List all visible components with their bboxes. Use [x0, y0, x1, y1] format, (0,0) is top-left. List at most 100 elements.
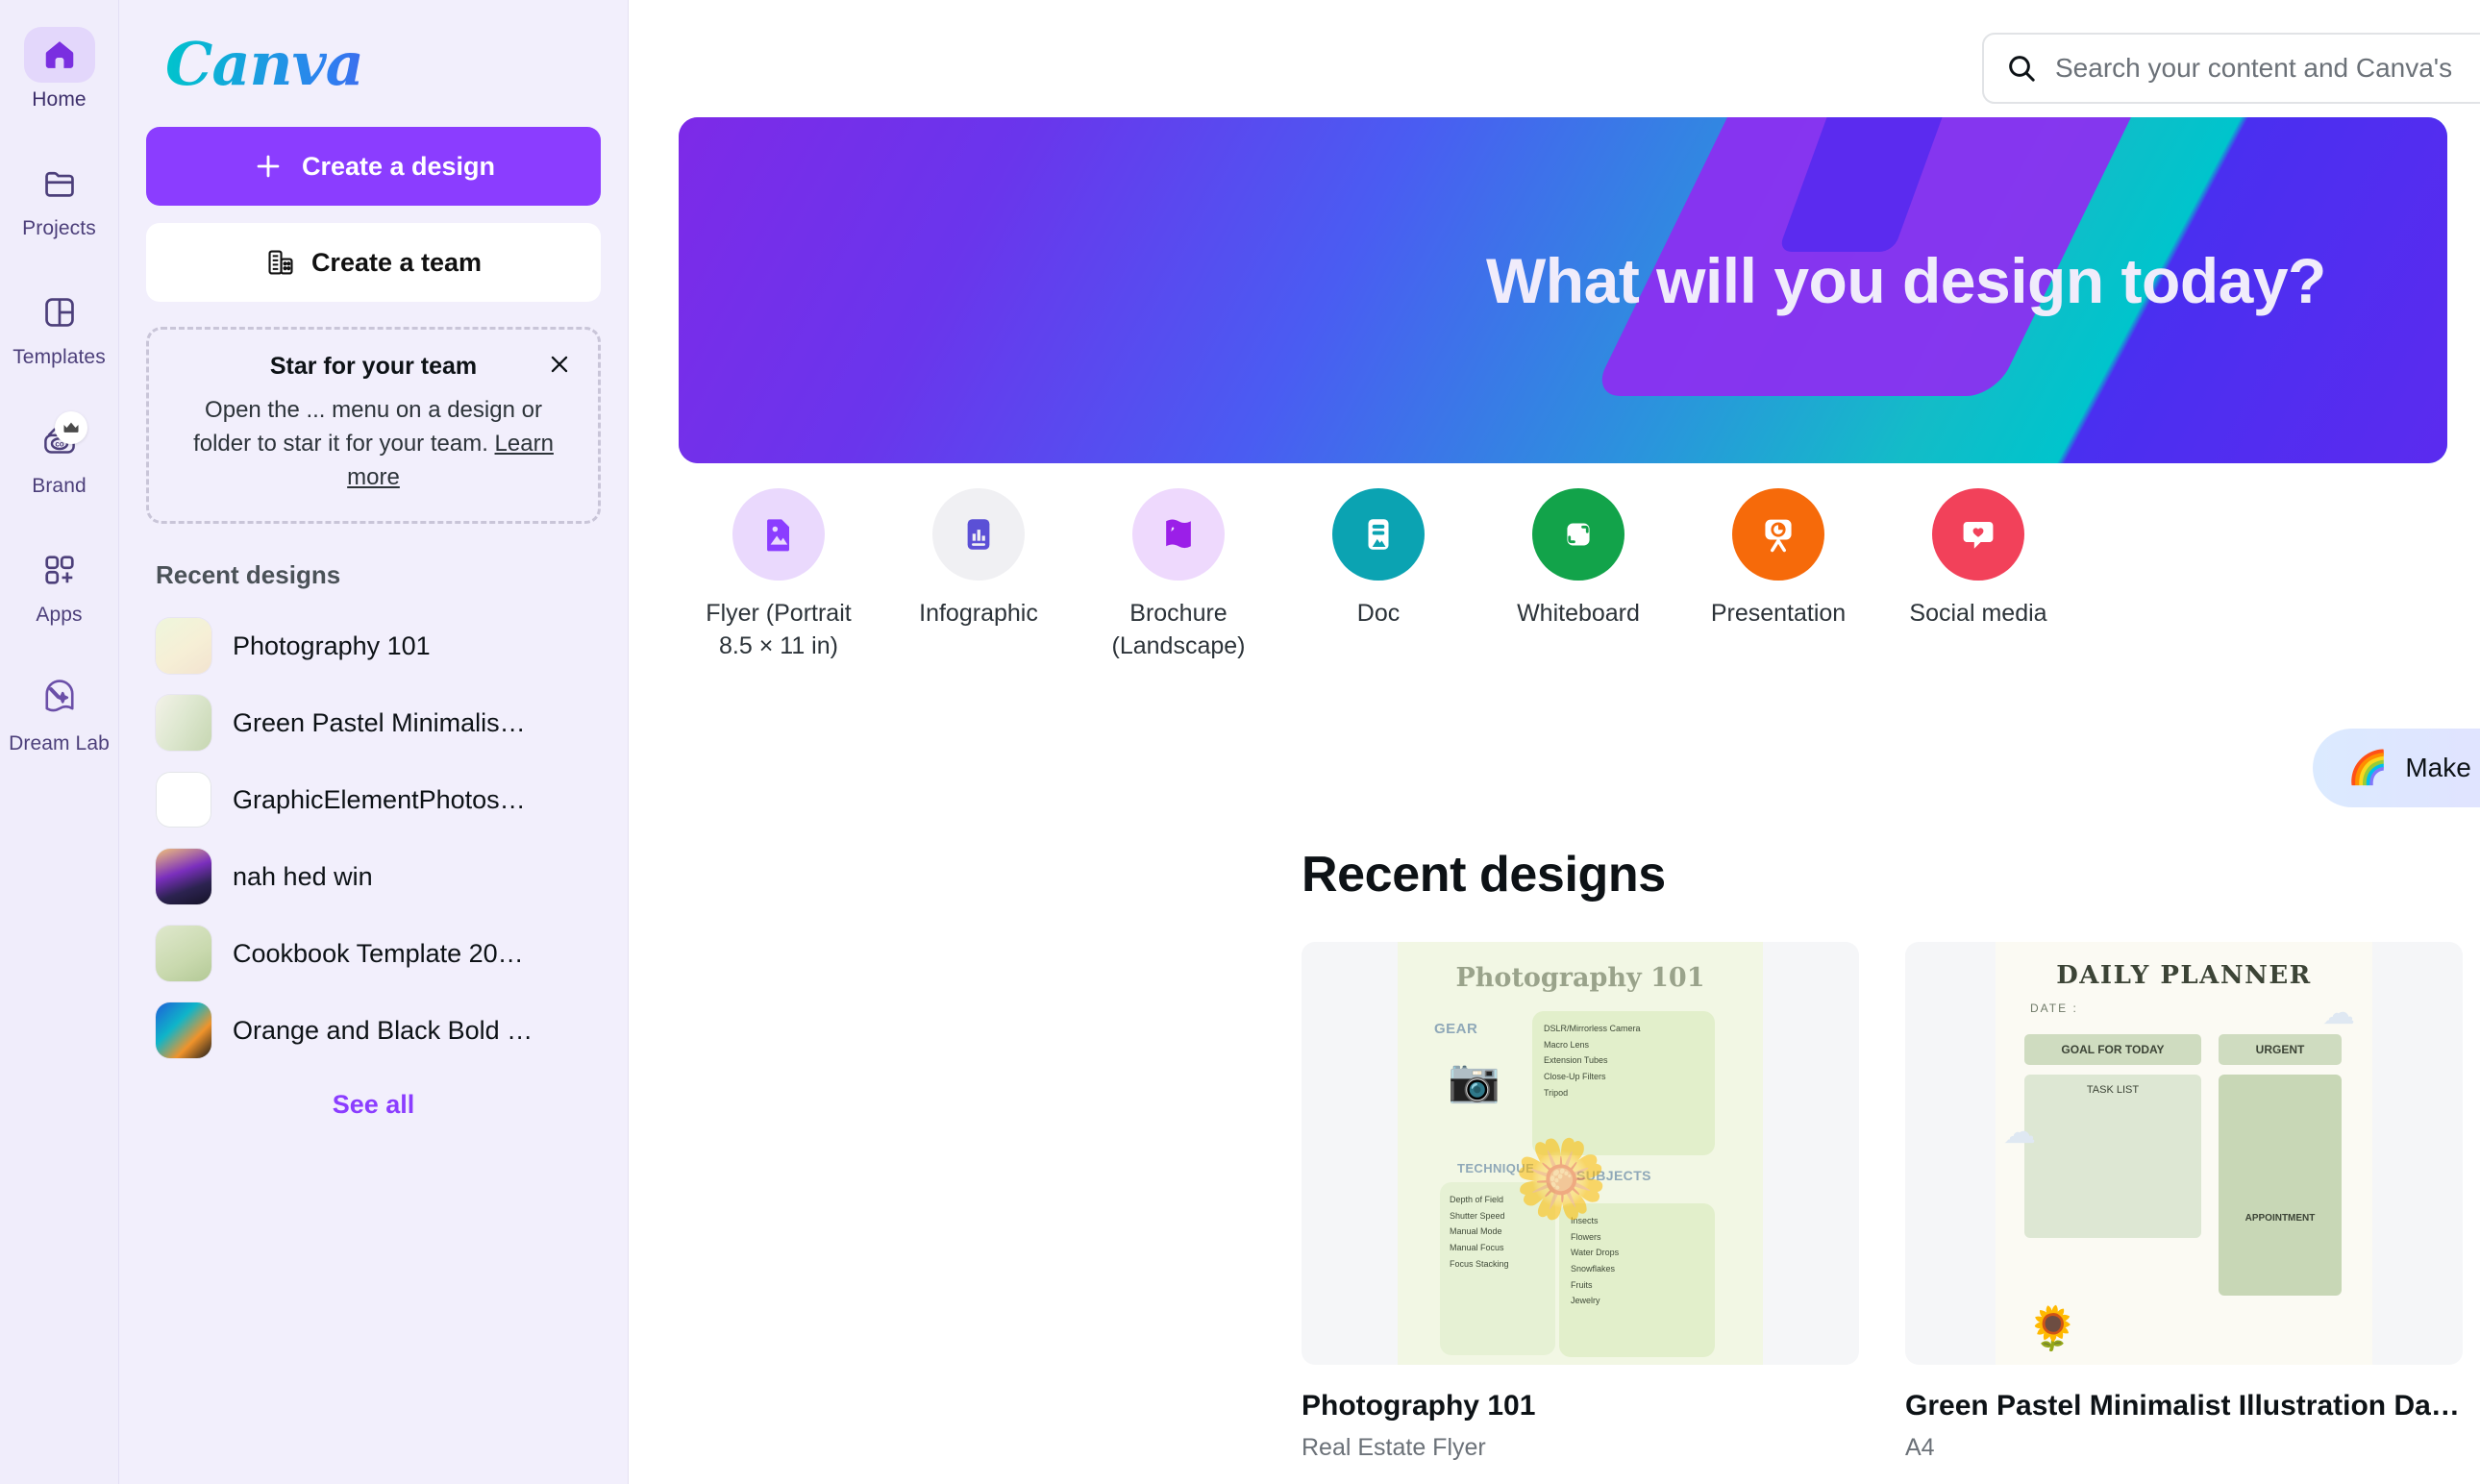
design-type-social-media[interactable]: Social media — [1878, 488, 2078, 631]
brochure-icon-circle — [1132, 488, 1225, 581]
poster-gear-item: DSLR/Mirrorless Camera — [1544, 1021, 1703, 1037]
poster-subjects-item: Fruits — [1571, 1277, 1703, 1294]
poster-gear-item: Tripod — [1544, 1085, 1703, 1101]
infographic-icon-circle — [932, 488, 1025, 581]
design-type-flyer-label: Flyer (Portrait 8.5 × 11 in) — [687, 598, 870, 663]
list-item[interactable]: Cookbook Template 20… — [146, 915, 601, 992]
poster-gear-item: Close-Up Filters — [1544, 1069, 1703, 1085]
poster-planner-urgent-label: URGENT — [2219, 1034, 2342, 1065]
dream-lab-sparkle-icon — [40, 680, 79, 718]
create-team-button[interactable]: Create a team — [146, 223, 601, 302]
create-design-button[interactable]: Create a design — [146, 127, 601, 206]
poster-planner-appointment-box — [2219, 1075, 2342, 1296]
poster-gear-item: Macro Lens — [1544, 1037, 1703, 1053]
poster-gear-label: GEAR — [1434, 1021, 1477, 1037]
sidebar-item-brand-label: Brand — [32, 475, 87, 498]
poster-gear-item: Extension Tubes — [1544, 1052, 1703, 1069]
design-type-presentation[interactable]: Presentation — [1678, 488, 1878, 631]
see-all-link[interactable]: See all — [146, 1090, 601, 1120]
design-type-whiteboard-label: Whiteboard — [1517, 598, 1640, 631]
poster-photography-title: Photography 101 — [1398, 963, 1763, 993]
poster-technique-item: Focus Stacking — [1450, 1256, 1546, 1273]
design-type-social-media-label: Social media — [1909, 598, 2046, 631]
brochure-icon — [1157, 513, 1200, 556]
canva-home-app: Home Projects — [0, 0, 2480, 1484]
sidebar-item-home[interactable]: Home — [4, 19, 115, 121]
doc-icon-circle — [1332, 488, 1425, 581]
search-icon — [2005, 52, 2038, 85]
ai-suggestion-chips: 🌈 Make me an image 🪄 Write my first draf… — [2313, 729, 2480, 807]
list-item-label: Photography 101 — [233, 631, 431, 661]
close-icon[interactable] — [538, 343, 581, 385]
list-item[interactable]: Orange and Black Bold … — [146, 992, 601, 1069]
design-card-title: Photography 101 — [1302, 1390, 1859, 1422]
sidebar-item-apps[interactable]: Apps — [4, 534, 115, 636]
templates-icon — [41, 294, 78, 331]
poster-planner-appointment-label: APPOINTMENT — [2219, 1213, 2342, 1224]
search-input[interactable] — [2055, 53, 2480, 84]
canva-logo[interactable]: Canva — [165, 35, 601, 94]
design-card[interactable]: Photography 101 GEAR DSLR/Mirrorless Cam… — [1302, 942, 1859, 1462]
list-item[interactable]: Photography 101 — [146, 607, 601, 684]
doc-icon — [1358, 514, 1399, 555]
graphic-element-photos-thumb — [156, 772, 211, 828]
design-type-infographic-label: Infographic — [919, 598, 1038, 631]
flower-icon: 🌼 — [1513, 1134, 1609, 1224]
whiteboard-icon — [1558, 514, 1599, 555]
nah-hed-win-thumb — [156, 849, 211, 904]
poster-subjects-item: Snowflakes — [1571, 1261, 1703, 1277]
list-item[interactable]: GraphicElementPhotos… — [146, 761, 601, 838]
photography-101-poster[interactable]: Photography 101 GEAR DSLR/Mirrorless Cam… — [1302, 942, 1859, 1365]
photography-101-thumb — [156, 618, 211, 674]
building-icon — [265, 247, 296, 278]
search-bar — [1982, 33, 2480, 104]
infographic-icon — [958, 514, 999, 555]
design-card[interactable]: DAILY PLANNER DATE : GOAL FOR TODAY URGE… — [1905, 942, 2463, 1462]
social-media-icon-circle — [1932, 488, 2024, 581]
design-card-subtitle: A4 — [1905, 1434, 2463, 1462]
sidebar-item-projects-label: Projects — [22, 217, 96, 240]
dream-lab-icon-box — [24, 671, 95, 727]
daily-planner-poster[interactable]: DAILY PLANNER DATE : GOAL FOR TODAY URGE… — [1905, 942, 2463, 1365]
sidebar-item-brand[interactable]: co Brand — [4, 406, 115, 507]
list-item[interactable]: Green Pastel Minimalis… — [146, 684, 601, 761]
design-type-infographic[interactable]: Infographic — [879, 488, 1079, 631]
poster-planner-task-label: TASK LIST — [2024, 1075, 2201, 1238]
poster-technique-item: Manual Mode — [1450, 1224, 1546, 1240]
poster-subjects-item: Flowers — [1571, 1229, 1703, 1246]
list-item[interactable]: nah hed win — [146, 838, 601, 915]
hero-banner[interactable]: What will you design today? — [679, 117, 2447, 463]
search-box[interactable] — [1982, 33, 2480, 104]
daily-planner-thumb — [156, 695, 211, 751]
design-type-doc-label: Doc — [1357, 598, 1400, 631]
design-type-doc[interactable]: Doc — [1278, 488, 1478, 631]
camera-icon: 📷 — [1448, 1055, 1500, 1105]
poster-planner-date-label: DATE : — [2030, 1002, 2078, 1015]
flyer-icon-circle — [732, 488, 825, 581]
list-item-label: Cookbook Template 20… — [233, 939, 524, 969]
folder-icon — [41, 165, 78, 202]
star-for-your-team-card: Star for your team Open the ... menu on … — [146, 327, 601, 524]
sidebar-item-templates[interactable]: Templates — [4, 277, 115, 379]
apps-grid-plus-icon — [41, 552, 78, 588]
plus-icon — [252, 150, 285, 183]
list-item-label: nah hed win — [233, 862, 373, 892]
home-icon — [41, 37, 78, 73]
poster-planner-goal-label: GOAL FOR TODAY — [2024, 1034, 2201, 1065]
make-me-an-image-button[interactable]: 🌈 Make me an image — [2313, 729, 2480, 807]
design-type-whiteboard[interactable]: Whiteboard — [1478, 488, 1678, 631]
poster-planner: DAILY PLANNER DATE : GOAL FOR TODAY URGE… — [1996, 942, 2372, 1365]
create-team-label: Create a team — [311, 248, 482, 278]
panel-recent-designs-list: Photography 101 Green Pastel Minimalis… … — [146, 607, 601, 1069]
design-type-brochure[interactable]: Brochure (Landscape) — [1079, 488, 1278, 663]
cookbook-thumb — [156, 926, 211, 981]
sidebar-item-dream-lab[interactable]: Dream Lab — [4, 663, 115, 765]
make-me-an-image-label: Make me an image — [2405, 753, 2480, 783]
design-card-title: Green Pastel Minimalist Illustration Dai… — [1905, 1390, 2463, 1422]
design-type-flyer[interactable]: Flyer (Portrait 8.5 × 11 in) — [679, 488, 879, 663]
list-item-label: Green Pastel Minimalis… — [233, 708, 526, 738]
sidebar-item-projects[interactable]: Projects — [4, 148, 115, 250]
rainbow-icon: 🌈 — [2347, 752, 2388, 784]
poster-planner-title: DAILY PLANNER — [1996, 961, 2372, 990]
cloud-icon: ☁ — [2322, 994, 2355, 1032]
